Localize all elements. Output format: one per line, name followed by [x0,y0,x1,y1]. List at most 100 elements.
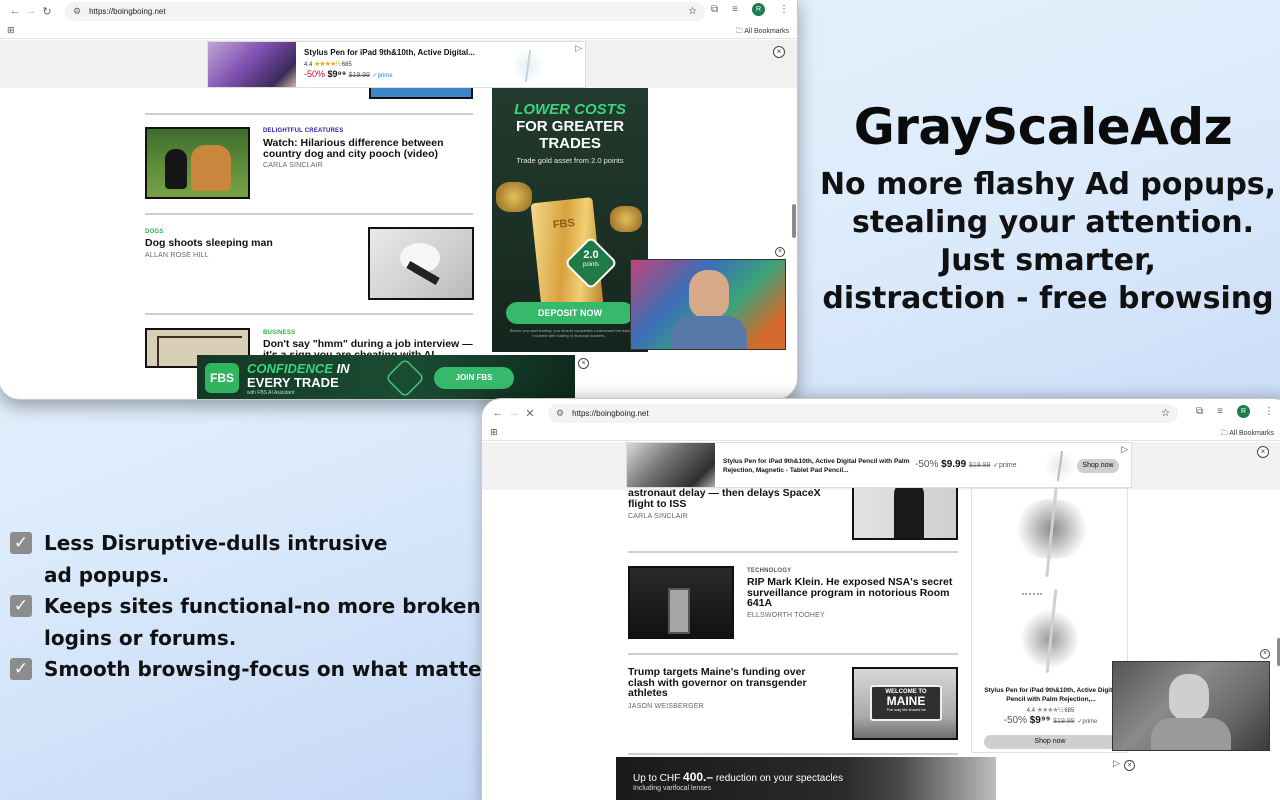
site-info-icon[interactable]: ⚙ [73,6,81,17]
ad-product-image [208,42,296,87]
stop-icon[interactable]: ✕ [522,407,538,420]
close-bottom-ad-icon[interactable]: × [578,358,589,369]
feature-item: ✓ Keeps sites functional-no more broken … [10,591,503,654]
bottom-ad-glasses[interactable]: Up to CHF 400.– reduction on your specta… [616,757,996,800]
divider [628,551,958,553]
all-bookmarks-button[interactable]: 🗀 All Bookmarks [1221,429,1274,440]
bottom-ad-line1-c: reduction on your spectacles [713,773,844,784]
article-thumb-dogs[interactable] [145,127,250,199]
ad-title: Stylus Pen for iPad 9th&10th, Active Dig… [723,458,910,474]
article-category[interactable]: BUSINESS [263,330,295,336]
browser-toolbar: ← → ↻ ⚙ https://boingboing.net ☆ ⧉ ≡ R ⋮ [0,0,797,23]
site-info-icon[interactable]: ⚙ [556,408,564,419]
apps-grid-icon[interactable]: ⊞ [7,25,15,36]
article-headline[interactable]: astronaut delay — then delays SpaceX fli… [628,488,836,509]
all-bookmarks-label: All Bookmarks [1229,430,1274,437]
address-bar[interactable]: ⚙ https://boingboing.net ☆ [548,403,1178,423]
profile-avatar[interactable]: R [1237,405,1250,418]
tagline-line: stealing your attention. [851,205,1254,240]
close-bottom-ad-icon[interactable]: × [1124,760,1135,771]
apps-grid-icon[interactable]: ⊞ [490,427,498,438]
back-icon[interactable]: ← [490,407,506,419]
side-ad-rating: 4.4 ★★★★½ 685 [972,706,1129,714]
article-category[interactable]: TECHNOLOGY [747,568,791,574]
ad-old-price: $19.99 [968,462,991,469]
deposit-now-button[interactable]: DEPOSIT NOW [506,302,634,324]
reload-icon[interactable]: ↻ [39,5,55,18]
ad-pen-image [513,48,543,84]
tagline-line: distraction - free browsing [822,281,1274,316]
close-video-icon[interactable]: × [775,247,785,257]
bottom-ad-line1-a: Up to CHF [633,773,684,784]
profile-avatar[interactable]: R [752,3,765,16]
address-bar[interactable]: ⚙ https://boingboing.net ☆ [65,1,705,21]
forward-icon[interactable]: → [23,5,39,17]
side-ad-title: Stylus Pen for iPad 9th&10th, Active Dig… [984,687,1118,703]
side-ad-product[interactable]: Stylus Pen for iPad 9th&10th, Active Dig… [971,487,1129,753]
top-ad-card[interactable]: Stylus Pen for iPad 9th&10th, Active Dig… [626,442,1132,488]
article-thumb-room641a[interactable] [628,566,734,639]
side-ad-price-row: -50% $9⁹⁹ $19.99 ✓prime [972,715,1129,726]
points-badge-unit: points [582,262,599,268]
article-byline[interactable]: CARLA SINCLAIR [628,513,688,520]
maine-sign-line3: The way life should be [886,707,926,712]
close-video-icon[interactable]: × [1260,649,1270,659]
forward-icon[interactable]: → [506,407,522,419]
ad-prime: ✓prime [993,462,1017,469]
bottom-ad-fbs[interactable]: FBS CONFIDENCE IN EVERY TRADE with FBS A… [197,355,575,399]
bottom-ad-line2: Including varifocal lenses [633,785,712,792]
back-icon[interactable]: ← [7,5,23,17]
video-popup[interactable] [1112,661,1270,751]
side-shop-now-button[interactable]: Shop now [984,735,1116,749]
menu-icon[interactable]: ⋮ [779,4,789,15]
adchoices-icon[interactable]: ▷ [1121,444,1128,455]
adchoices-icon[interactable]: ▷ [575,43,582,54]
scrollbar-thumb[interactable] [792,204,796,238]
feature-text: logins or forums. [44,625,237,650]
bottom-ad-line1: Up to CHF 400.– reduction on your specta… [633,770,843,784]
bottom-ad-line1-rest: IN [332,361,350,376]
article-category[interactable]: DOGS [145,229,163,235]
side-ad-old-price: $19.99 [1053,718,1075,725]
video-popup[interactable] [630,259,786,350]
ai-assistant-graphic [385,358,425,398]
close-ad-icon[interactable]: × [773,46,785,58]
article-thumb-maine[interactable]: WELCOME TO MAINE The way life should be [852,667,958,740]
shop-now-button[interactable]: Shop now [1077,459,1119,473]
article-headline[interactable]: Trump targets Maine's funding over clash… [628,667,828,699]
article-category[interactable]: DELIGHTFUL CREATURES [263,128,343,134]
article-byline[interactable]: JASON WEISBERGER [628,703,704,710]
cast-icon[interactable]: ≡ [732,4,738,15]
feature-text: ad popups. [44,562,170,587]
bookmark-star-icon[interactable]: ☆ [1161,408,1170,419]
bookmark-star-icon[interactable]: ☆ [688,6,697,17]
adchoices-icon[interactable]: ▷ [1113,758,1120,769]
bottom-ad-sub: with FBS AI Assistant [247,390,295,396]
side-ad-fbs[interactable]: LOWER COSTS FOR GREATER TRADES Trade gol… [492,88,648,352]
article-thumb-partial[interactable] [369,88,473,99]
close-ad-icon[interactable]: × [1257,446,1269,458]
side-ad-line3: TRADES [539,135,601,152]
join-fbs-button[interactable]: JOIN FBS [434,367,514,389]
extensions-icon[interactable]: ⧉ [1196,406,1203,417]
browser-window-color: ← → ↻ ⚙ https://boingboing.net ☆ ⧉ ≡ R ⋮… [0,0,798,400]
top-ad-card[interactable]: Stylus Pen for iPad 9th&10th, Active Dig… [207,41,586,88]
article-byline[interactable]: CARLA SINCLAIR [263,162,323,169]
article-headline[interactable]: Watch: Hilarious difference between coun… [263,138,463,159]
side-ad-prime: ✓prime [1077,719,1098,725]
article-byline[interactable]: ALLAN ROSE HILL [145,252,209,259]
article-headline[interactable]: RIP Mark Klein. He exposed NSA's secret … [747,577,959,609]
feature-item: ✓ Smooth browsing-focus on what matters [10,654,503,686]
extensions-icon[interactable]: ⧉ [711,4,718,15]
article-thumb-sleeping-man[interactable] [368,227,474,300]
article-headline[interactable]: Dog shoots sleeping man [145,238,355,249]
menu-icon[interactable]: ⋮ [1264,406,1274,417]
all-bookmarks-button[interactable]: 🗀 All Bookmarks [736,27,789,38]
article-thumb-astronaut[interactable] [852,488,958,540]
side-ad-sub: Trade gold asset from 2.0 points [516,156,624,165]
cast-icon[interactable]: ≡ [1217,406,1223,417]
article-byline[interactable]: ELLSWORTH TOOHEY [747,612,825,619]
feature-text: Smooth browsing-focus on what matters [44,657,504,681]
bookmarks-bar: ⊞ 🗀 All Bookmarks [482,425,1280,441]
points-badge-value: 2.0 [583,249,599,261]
